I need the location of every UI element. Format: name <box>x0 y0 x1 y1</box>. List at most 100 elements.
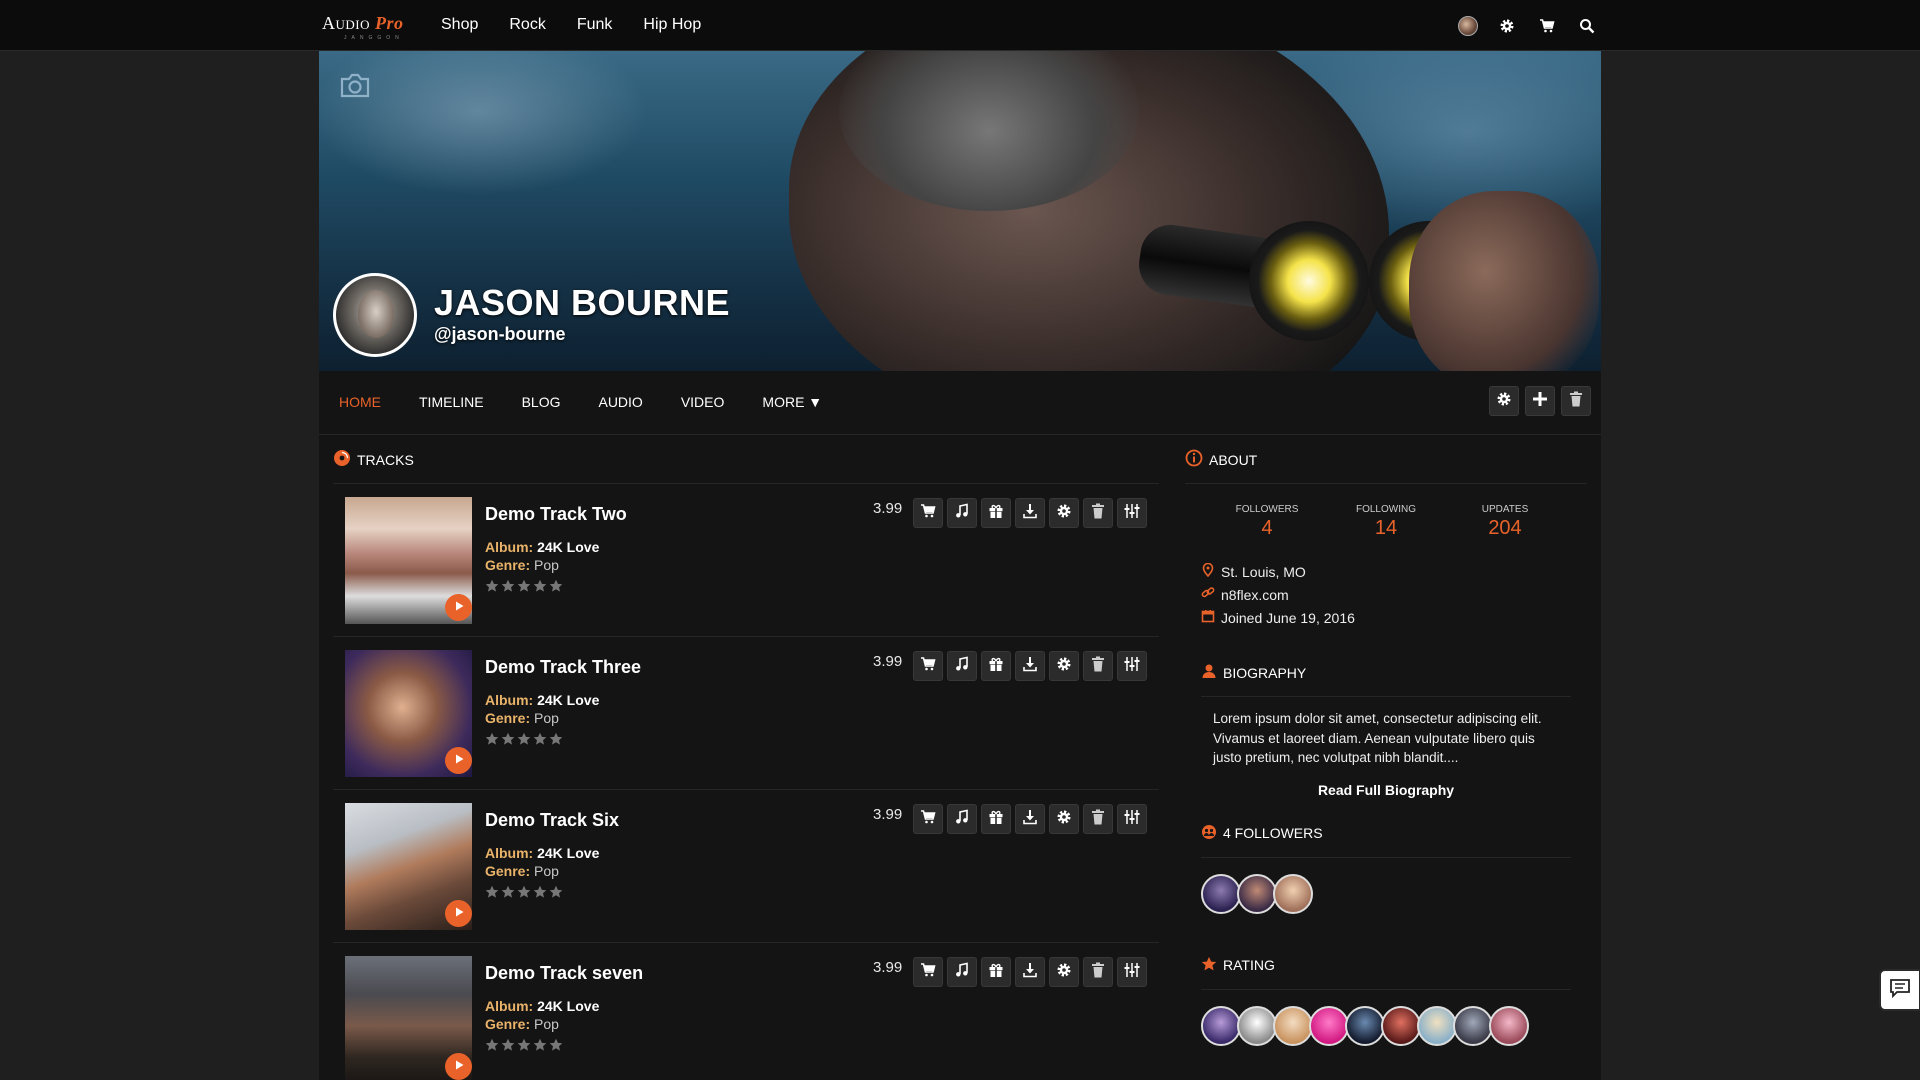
gear-icon[interactable] <box>1496 15 1518 37</box>
tab-timeline[interactable]: TIMELINE <box>419 394 484 410</box>
star-icon[interactable] <box>549 1038 563 1057</box>
rater-avatar[interactable] <box>1453 1005 1493 1046</box>
star-icon[interactable] <box>501 579 515 598</box>
stat-updates[interactable]: UPDATES 204 <box>1460 504 1550 540</box>
album-value[interactable]: 24K Love <box>537 998 599 1014</box>
track-title[interactable]: Demo Track Three <box>485 657 641 678</box>
rater-avatar[interactable] <box>1381 1005 1421 1046</box>
tab-more[interactable]: MORE ▼ <box>762 394 822 410</box>
star-icon[interactable] <box>485 579 499 598</box>
nav-link-rock[interactable]: Rock <box>509 16 545 34</box>
follower-avatar[interactable] <box>1273 873 1313 914</box>
rater-avatar[interactable] <box>1417 1005 1457 1046</box>
star-icon[interactable] <box>533 885 547 904</box>
profile-add-button[interactable] <box>1525 386 1555 416</box>
add-to-cart-button[interactable] <box>913 651 943 681</box>
track-cover[interactable] <box>345 650 472 777</box>
star-rating[interactable] <box>485 579 563 598</box>
play-preview-button[interactable] <box>947 957 977 987</box>
star-icon[interactable] <box>549 579 563 598</box>
tab-home[interactable]: HOME <box>339 394 381 410</box>
download-button[interactable] <box>1015 498 1045 528</box>
star-icon[interactable] <box>549 885 563 904</box>
star-icon[interactable] <box>533 579 547 598</box>
follower-avatar[interactable] <box>1237 873 1277 914</box>
play-button[interactable] <box>445 747 472 774</box>
delete-track-button[interactable] <box>1083 804 1113 834</box>
rater-avatar[interactable] <box>1489 1005 1529 1046</box>
album-value[interactable]: 24K Love <box>537 845 599 861</box>
read-biography-link[interactable]: Read Full Biography <box>1201 782 1571 798</box>
play-preview-button[interactable] <box>947 804 977 834</box>
tab-audio[interactable]: AUDIO <box>598 394 642 410</box>
delete-track-button[interactable] <box>1083 651 1113 681</box>
rater-avatar[interactable] <box>1237 1005 1277 1046</box>
play-button[interactable] <box>445 1053 472 1080</box>
track-mixer-button[interactable] <box>1117 651 1147 681</box>
website-link[interactable]: n8flex.com <box>1221 587 1289 603</box>
star-icon[interactable] <box>517 1038 531 1057</box>
track-title[interactable]: Demo Track Six <box>485 810 619 831</box>
profile-delete-button[interactable] <box>1561 386 1591 416</box>
track-settings-button[interactable] <box>1049 498 1079 528</box>
star-rating[interactable] <box>485 1038 563 1057</box>
profile-settings-button[interactable] <box>1489 386 1519 416</box>
camera-icon[interactable] <box>339 73 371 104</box>
rater-avatar[interactable] <box>1273 1005 1313 1046</box>
track-settings-button[interactable] <box>1049 804 1079 834</box>
track-mixer-button[interactable] <box>1117 804 1147 834</box>
album-value[interactable]: 24K Love <box>537 692 599 708</box>
delete-track-button[interactable] <box>1083 498 1113 528</box>
delete-track-button[interactable] <box>1083 957 1113 987</box>
cart-icon[interactable] <box>1536 15 1558 37</box>
gift-button[interactable] <box>981 957 1011 987</box>
play-button[interactable] <box>445 900 472 927</box>
track-settings-button[interactable] <box>1049 957 1079 987</box>
track-mixer-button[interactable] <box>1117 498 1147 528</box>
site-logo[interactable]: Audio Pro JANGGON <box>322 13 422 43</box>
follower-avatar[interactable] <box>1201 873 1241 914</box>
genre-value[interactable]: Pop <box>534 710 559 726</box>
play-button[interactable] <box>445 594 472 621</box>
tab-video[interactable]: VIDEO <box>681 394 725 410</box>
star-icon[interactable] <box>517 885 531 904</box>
album-value[interactable]: 24K Love <box>537 539 599 555</box>
rater-avatar[interactable] <box>1201 1005 1241 1046</box>
track-cover[interactable] <box>345 803 472 930</box>
track-mixer-button[interactable] <box>1117 957 1147 987</box>
user-avatar-icon[interactable] <box>1458 16 1478 36</box>
search-icon[interactable] <box>1576 15 1598 37</box>
tab-blog[interactable]: BLOG <box>522 394 561 410</box>
rater-avatar[interactable] <box>1309 1005 1349 1046</box>
star-icon[interactable] <box>549 732 563 751</box>
gift-button[interactable] <box>981 498 1011 528</box>
star-icon[interactable] <box>533 1038 547 1057</box>
download-button[interactable] <box>1015 804 1045 834</box>
star-rating[interactable] <box>485 732 563 751</box>
star-icon[interactable] <box>485 732 499 751</box>
play-preview-button[interactable] <box>947 651 977 681</box>
star-icon[interactable] <box>501 1038 515 1057</box>
track-settings-button[interactable] <box>1049 651 1079 681</box>
track-cover[interactable] <box>345 956 472 1080</box>
stat-followers[interactable]: FOLLOWERS 4 <box>1222 504 1312 540</box>
gift-button[interactable] <box>981 651 1011 681</box>
genre-value[interactable]: Pop <box>534 557 559 573</box>
add-to-cart-button[interactable] <box>913 804 943 834</box>
genre-value[interactable]: Pop <box>534 863 559 879</box>
nav-link-funk[interactable]: Funk <box>577 16 613 34</box>
stat-following[interactable]: FOLLOWING 14 <box>1341 504 1431 540</box>
star-icon[interactable] <box>501 732 515 751</box>
track-cover[interactable] <box>345 497 472 624</box>
nav-link-hip-hop[interactable]: Hip Hop <box>643 16 701 34</box>
star-icon[interactable] <box>517 732 531 751</box>
add-to-cart-button[interactable] <box>913 498 943 528</box>
nav-link-shop[interactable]: Shop <box>441 16 478 34</box>
gift-button[interactable] <box>981 804 1011 834</box>
download-button[interactable] <box>1015 957 1045 987</box>
track-title[interactable]: Demo Track Two <box>485 504 627 525</box>
star-icon[interactable] <box>485 885 499 904</box>
track-title[interactable]: Demo Track seven <box>485 963 643 984</box>
star-icon[interactable] <box>485 1038 499 1057</box>
chat-button[interactable] <box>1881 971 1919 1009</box>
